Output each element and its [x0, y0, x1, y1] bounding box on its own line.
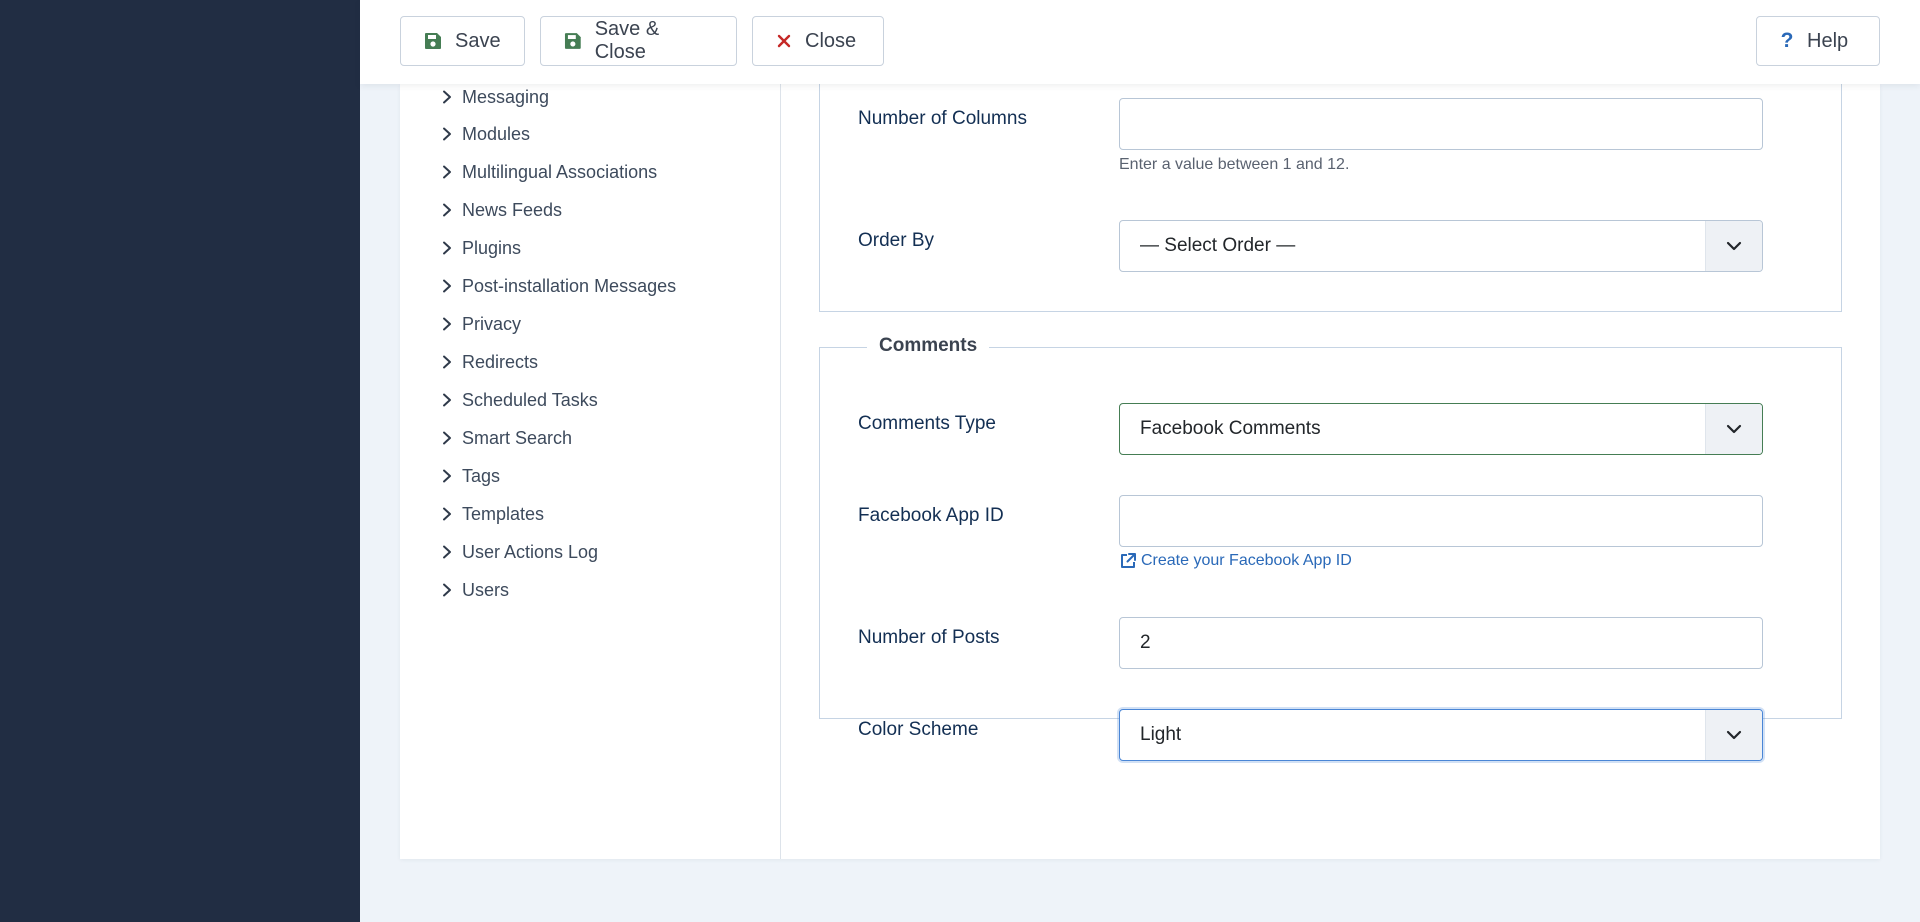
save-button[interactable]: Save	[400, 16, 525, 66]
sidebar-item-redirects[interactable]: Redirects	[440, 347, 538, 377]
sidebar-item-label: Smart Search	[462, 427, 573, 448]
sidebar-item-users[interactable]: Users	[440, 575, 509, 605]
save-button-label: Save	[455, 29, 501, 52]
sidebar-item-label: Scheduled Tasks	[462, 389, 598, 410]
order-by-select[interactable]: — Select Order —	[1119, 220, 1763, 272]
sidebar-item-post-installation-messages[interactable]: Post-installation Messages	[440, 271, 676, 301]
card-divider	[780, 84, 781, 859]
chevron-right-icon	[443, 469, 451, 483]
save-and-close-button-label: Save & Close	[594, 18, 660, 63]
sidebar-item-label: Users	[462, 579, 510, 600]
chevron-right-icon	[443, 241, 451, 255]
number-of-columns-label: Number of Columns	[858, 108, 1027, 129]
sidebar-item-scheduled-tasks[interactable]: Scheduled Tasks	[440, 385, 598, 415]
sidebar-item-smart-search[interactable]: Smart Search	[440, 423, 572, 453]
sidebar-item-label: Privacy	[462, 313, 522, 334]
chevron-right-icon	[443, 393, 451, 407]
comments-type-select[interactable]: Facebook Comments	[1119, 403, 1763, 455]
facebook-app-id-input[interactable]	[1119, 495, 1763, 547]
chevron-right-icon	[443, 90, 451, 104]
help-button-label: Help	[1807, 29, 1849, 52]
sidebar-item-label: Plugins	[462, 237, 522, 258]
chevron-right-icon	[443, 317, 451, 331]
sidebar-item-modules[interactable]: Modules	[440, 119, 530, 149]
sidebar-item-label: Messaging	[462, 86, 550, 107]
action-toolbar: Save Save & Close Close ? Help	[360, 0, 1920, 84]
sidebar-item-multilingual-associations[interactable]: Multilingual Associations	[440, 157, 657, 187]
options-card: Messaging Modules Multilingual Associati…	[400, 64, 1880, 859]
chevron-down-icon	[1705, 404, 1762, 454]
number-of-posts-input[interactable]	[1119, 617, 1763, 669]
order-by-value: — Select Order —	[1140, 235, 1296, 256]
number-of-columns-hint: Enter a value between 1 and 12.	[1119, 156, 1350, 173]
number-of-posts-label: Number of Posts	[858, 627, 1000, 648]
sidebar-item-label: News Feeds	[462, 199, 563, 220]
facebook-app-id-label: Facebook App ID	[858, 505, 1004, 526]
chevron-right-icon	[443, 507, 451, 521]
sidebar-item-plugins[interactable]: Plugins	[440, 233, 521, 263]
sidebar-item-label: Redirects	[462, 351, 539, 372]
external-link-icon	[1121, 553, 1136, 568]
sidebar-item-label: Templates	[462, 503, 545, 524]
left-navigation-rail	[0, 0, 360, 922]
help-button[interactable]: ? Help	[1756, 16, 1880, 66]
sidebar-item-tags[interactable]: Tags	[440, 461, 500, 491]
comments-legend: Comments	[867, 335, 990, 357]
chevron-right-icon	[443, 431, 451, 445]
floppy-disk-icon	[564, 33, 581, 49]
sidebar-item-label: User Actions Log	[462, 541, 599, 562]
sidebar-item-news-feeds[interactable]: News Feeds	[440, 195, 562, 225]
x-mark-icon	[777, 34, 791, 48]
sidebar-item-label: Post-installation Messages	[462, 275, 677, 296]
chevron-down-icon	[1705, 710, 1762, 760]
color-scheme-select[interactable]: Light	[1119, 709, 1763, 761]
create-facebook-app-id-label: Create your Facebook App ID	[1141, 552, 1352, 569]
sidebar-item-label: Multilingual Associations	[462, 161, 658, 182]
chevron-right-icon	[443, 203, 451, 217]
chevron-down-icon	[1705, 221, 1762, 271]
chevron-right-icon	[443, 127, 451, 141]
comments-type-value: Facebook Comments	[1140, 418, 1321, 439]
close-button[interactable]: Close	[752, 16, 884, 66]
save-and-close-button[interactable]: Save & Close	[540, 16, 737, 66]
order-by-label: Order By	[858, 230, 935, 251]
chevron-right-icon	[443, 355, 451, 369]
sidebar-item-label: Tags	[462, 465, 501, 486]
floppy-disk-icon	[425, 33, 441, 49]
sidebar-item-label: Modules	[462, 123, 531, 144]
create-facebook-app-id-link[interactable]: Create your Facebook App ID	[1119, 552, 1352, 570]
main-area: Messaging Modules Multilingual Associati…	[360, 0, 1920, 922]
chevron-right-icon	[443, 165, 451, 179]
color-scheme-value: Light	[1140, 724, 1182, 745]
number-of-columns-input[interactable]	[1119, 98, 1763, 150]
sidebar-item-privacy[interactable]: Privacy	[440, 309, 521, 339]
chevron-right-icon	[443, 583, 451, 597]
close-button-label: Close	[805, 29, 857, 52]
sidebar-item-templates[interactable]: Templates	[440, 499, 544, 529]
chevron-right-icon	[443, 279, 451, 293]
sidebar-item-user-actions-log[interactable]: User Actions Log	[440, 537, 598, 567]
chevron-right-icon	[443, 545, 451, 559]
question-mark-icon: ?	[1780, 29, 1794, 52]
color-scheme-label: Color Scheme	[858, 719, 979, 740]
sidebar-item-messaging[interactable]: Messaging	[440, 82, 549, 112]
comments-type-label: Comments Type	[858, 413, 996, 434]
